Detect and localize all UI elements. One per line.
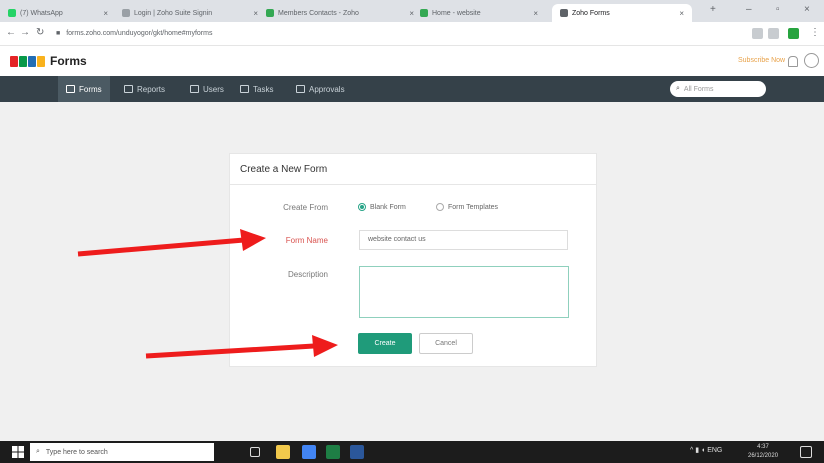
address-bar-url: forms.zoho.com/unduyogor/gkt/home#myform…: [66, 30, 213, 37]
nav-item-approvals[interactable]: Approvals: [296, 76, 345, 102]
file-explorer-icon[interactable]: [276, 445, 290, 459]
notifications-icon[interactable]: [800, 446, 812, 458]
nav-item-label: Forms: [79, 84, 102, 94]
radio-blank-form[interactable]: Blank Form: [358, 203, 406, 211]
nav-item-reports[interactable]: Reports: [124, 76, 165, 102]
browser-tab-label: Zoho Forms: [572, 9, 610, 17]
description-textarea[interactable]: [359, 266, 569, 318]
minimize-icon[interactable]: –: [746, 4, 752, 15]
browser-tab-label: Home - website: [432, 9, 481, 17]
nav-item-label: Approvals: [309, 84, 345, 94]
back-icon[interactable]: ←: [6, 27, 16, 38]
zoho-icon: [266, 9, 274, 17]
search-icon: ⌕: [36, 448, 40, 455]
radio-label: Form Templates: [448, 203, 499, 211]
notification-bell-icon[interactable]: [788, 56, 798, 67]
create-from-label: Create From: [283, 203, 328, 212]
system-clock[interactable]: 4:37 26/12/2020: [748, 443, 778, 461]
create-button[interactable]: Create: [358, 333, 412, 354]
browser-tab-strip: (7) WhatsApp × Login | Zoho Suite Signin…: [0, 0, 824, 22]
browser-tab-login[interactable]: Login | Zoho Suite Signin ×: [122, 4, 258, 22]
form-name-label: Form Name: [285, 236, 328, 245]
browser-tab-members[interactable]: Members Contacts - Zoho ×: [266, 4, 414, 22]
close-icon[interactable]: ×: [405, 9, 414, 18]
app-name: Forms: [50, 54, 87, 68]
task-view-icon[interactable]: [250, 447, 260, 457]
excel-icon[interactable]: [326, 445, 340, 459]
whatsapp-icon: [8, 9, 16, 17]
search-icon: ⌕: [676, 85, 680, 92]
cancel-button[interactable]: Cancel: [419, 333, 473, 354]
new-tab-icon[interactable]: +: [710, 4, 716, 15]
close-icon[interactable]: ×: [249, 9, 258, 18]
form-name-input[interactable]: website contact us: [359, 230, 568, 250]
main-nav: Forms Reports Users Tasks Approvals ⌕ Al…: [0, 76, 824, 102]
tasks-icon: [240, 85, 249, 93]
window-close-icon[interactable]: ×: [804, 4, 810, 15]
divider: [230, 184, 596, 185]
menu-icon[interactable]: ⋮: [810, 27, 820, 38]
close-icon[interactable]: ×: [99, 9, 108, 18]
app-header: Forms Subscribe Now: [0, 48, 824, 74]
nav-item-label: Tasks: [253, 84, 274, 94]
extension-icon[interactable]: [752, 28, 763, 39]
browser-tab-zoho-forms[interactable]: Zoho Forms ×: [552, 4, 692, 22]
nav-item-tasks[interactable]: Tasks: [240, 76, 273, 102]
star-icon[interactable]: [768, 28, 779, 39]
browser-toolbar: ← → ↻ ■ forms.zoho.com/unduyogor/gkt/hom…: [0, 22, 824, 46]
system-tray[interactable]: ^ ▮ ◖ ENG: [690, 446, 722, 454]
chrome-icon[interactable]: [302, 445, 316, 459]
address-bar[interactable]: ■ forms.zoho.com/unduyogor/gkt/home#myfo…: [56, 26, 776, 42]
reports-icon: [124, 85, 133, 93]
windows-taskbar: ⌕ Type here to search ^ ▮ ◖ ENG 4:37 26/…: [0, 441, 824, 463]
approvals-icon: [296, 85, 305, 93]
reload-icon[interactable]: ↻: [36, 27, 44, 38]
browser-tab-home[interactable]: Home - website ×: [420, 4, 538, 22]
close-icon[interactable]: ×: [675, 9, 684, 18]
create-form-dialog: Create a New Form Create From Blank Form…: [229, 153, 597, 367]
zoho-logo[interactable]: Forms: [10, 54, 87, 68]
page-icon: [122, 9, 130, 17]
word-icon[interactable]: [350, 445, 364, 459]
nav-item-label: Users: [203, 84, 224, 94]
taskbar-search[interactable]: ⌕ Type here to search: [30, 443, 214, 461]
users-icon: [190, 85, 199, 93]
radio-checked-icon: [358, 203, 366, 211]
zoho-icon: [420, 9, 428, 17]
forms-icon: [66, 85, 75, 93]
radio-unchecked-icon: [436, 203, 444, 211]
all-forms-search[interactable]: ⌕ All Forms: [670, 81, 766, 97]
profile-icon[interactable]: [788, 28, 799, 39]
browser-tab-label: Login | Zoho Suite Signin: [134, 9, 213, 17]
search-placeholder: All Forms: [683, 85, 714, 93]
logo-letter-h: [28, 55, 36, 67]
radio-form-templates[interactable]: Form Templates: [436, 203, 498, 211]
close-icon[interactable]: ×: [529, 9, 538, 18]
maximize-icon[interactable]: ▫: [776, 4, 780, 15]
windows-start-icon[interactable]: [12, 446, 24, 458]
clock-date: 26/12/2020: [748, 453, 779, 459]
taskbar-search-placeholder: Type here to search: [45, 448, 108, 456]
lock-icon: ■: [56, 30, 61, 37]
nav-item-users[interactable]: Users: [190, 76, 224, 102]
nav-item-label: Reports: [137, 84, 166, 94]
logo-letter-o: [37, 55, 45, 67]
forms-icon: [560, 9, 568, 17]
browser-tab-whatsapp[interactable]: (7) WhatsApp ×: [8, 4, 108, 22]
forward-icon[interactable]: →: [20, 27, 30, 38]
nav-item-forms[interactable]: Forms: [58, 76, 110, 102]
description-label: Description: [287, 270, 328, 279]
logo-letter-z: [10, 55, 18, 67]
avatar[interactable]: [804, 53, 819, 68]
clock-time: 4:37: [757, 444, 769, 450]
radio-label: Blank Form: [370, 203, 406, 211]
subscribe-link[interactable]: Subscribe Now: [738, 57, 785, 64]
browser-tab-label: (7) WhatsApp: [20, 9, 63, 17]
dialog-title: Create a New Form: [240, 164, 328, 175]
logo-letter-o: [19, 55, 27, 67]
browser-tab-label: Members Contacts - Zoho: [278, 9, 359, 17]
